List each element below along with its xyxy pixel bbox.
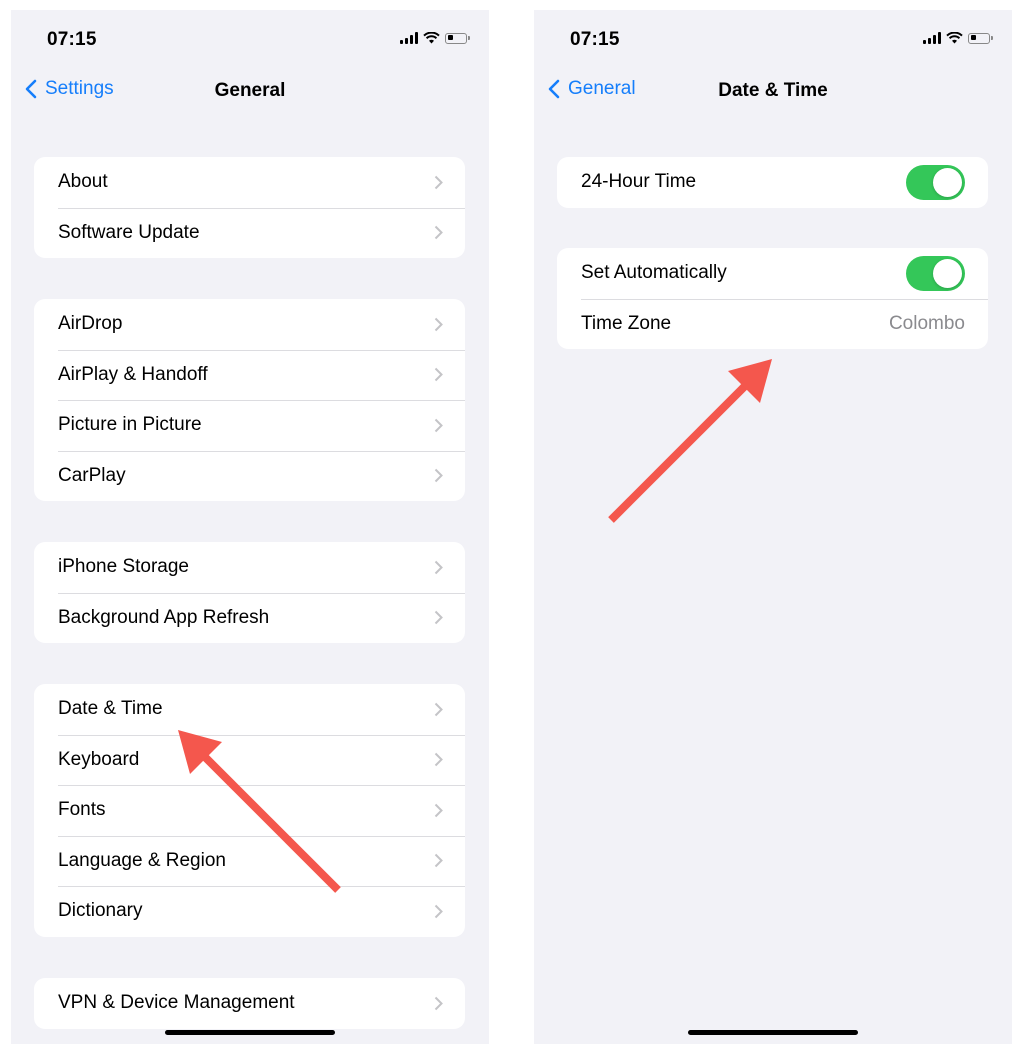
- list-item-label: Fonts: [58, 799, 106, 821]
- list-item-label: Date & Time: [58, 698, 163, 720]
- chevron-right-icon: [434, 317, 443, 331]
- navigation-bar: Settings General: [11, 68, 489, 116]
- list-item-vpn-device-management[interactable]: VPN & Device Management: [34, 978, 465, 1029]
- list-item-software-update[interactable]: Software Update: [34, 207, 465, 259]
- navigation-bar: General Date & Time: [534, 68, 1012, 116]
- chevron-right-icon: [434, 803, 443, 817]
- chevron-right-icon: [434, 368, 443, 382]
- battery-icon: [968, 32, 993, 44]
- list-item-date-time[interactable]: Date & Time: [34, 684, 465, 735]
- status-time: 07:15: [570, 29, 620, 50]
- toggle-knob: [933, 167, 962, 197]
- general-settings-screen: 07:15 Settings General About Software Up…: [11, 10, 489, 1044]
- list-item-label: AirPlay & Handoff: [58, 363, 208, 385]
- list-item-label: VPN & Device Management: [58, 992, 295, 1014]
- chevron-right-icon: [434, 753, 443, 767]
- home-indicator[interactable]: [165, 1030, 335, 1035]
- list-item-label: Software Update: [58, 221, 200, 243]
- settings-group: AirDrop AirPlay & Handoff Picture in Pic…: [34, 299, 465, 501]
- list-item-24-hour-time: 24-Hour Time: [557, 157, 988, 208]
- list-item-time-zone[interactable]: Time Zone Colombo: [557, 298, 988, 350]
- list-item-label: About: [58, 171, 108, 193]
- list-item-fonts[interactable]: Fonts: [34, 785, 465, 836]
- home-indicator[interactable]: [688, 1030, 858, 1035]
- toggle-knob: [933, 258, 962, 288]
- time-zone-value: Colombo: [888, 312, 965, 334]
- settings-group: Set Automatically Time Zone Colombo: [557, 248, 988, 349]
- chevron-right-icon: [434, 175, 443, 189]
- list-item-label: Language & Region: [58, 849, 226, 871]
- list-item-label: Time Zone: [581, 312, 672, 334]
- cellular-signal-icon: [923, 32, 941, 44]
- list-item-keyboard[interactable]: Keyboard: [34, 734, 465, 786]
- cellular-signal-icon: [400, 32, 418, 44]
- list-item-carplay[interactable]: CarPlay: [34, 450, 465, 502]
- list-item-label: CarPlay: [58, 464, 126, 486]
- list-item-about[interactable]: About: [34, 157, 465, 208]
- settings-group: iPhone Storage Background App Refresh: [34, 542, 465, 643]
- list-item-airdrop[interactable]: AirDrop: [34, 299, 465, 350]
- wifi-icon: [423, 32, 440, 44]
- list-item-label: Dictionary: [58, 900, 143, 922]
- settings-group: 24-Hour Time: [557, 157, 988, 208]
- status-bar: 07:15: [11, 10, 489, 68]
- settings-group: Date & Time Keyboard Fonts Language & Re…: [34, 684, 465, 937]
- list-item-picture-in-picture[interactable]: Picture in Picture: [34, 400, 465, 451]
- settings-group: About Software Update: [34, 157, 465, 258]
- list-item-iphone-storage[interactable]: iPhone Storage: [34, 542, 465, 593]
- date-time-settings-screen: 07:15 General Date & Time 24-Hour Time S…: [534, 10, 1012, 1044]
- chevron-right-icon: [434, 854, 443, 868]
- chevron-right-icon: [434, 560, 443, 574]
- list-item-dictionary[interactable]: Dictionary: [34, 886, 465, 937]
- list-item-language-region[interactable]: Language & Region: [34, 835, 465, 887]
- list-item-background-app-refresh[interactable]: Background App Refresh: [34, 592, 465, 644]
- list-item-label: Keyboard: [58, 748, 140, 770]
- chevron-right-icon: [434, 611, 443, 625]
- 24-hour-time-toggle[interactable]: [906, 164, 965, 200]
- list-item-label: Background App Refresh: [58, 606, 270, 628]
- list-item-label: 24-Hour Time: [581, 171, 697, 193]
- list-item-set-automatically: Set Automatically: [557, 248, 988, 299]
- status-time: 07:15: [47, 29, 97, 50]
- chevron-right-icon: [434, 702, 443, 716]
- chevron-right-icon: [434, 904, 443, 918]
- chevron-right-icon: [434, 418, 443, 432]
- list-item-label: Picture in Picture: [58, 414, 202, 436]
- list-item-airplay-handoff[interactable]: AirPlay & Handoff: [34, 349, 465, 401]
- page-title: Date & Time: [718, 80, 828, 101]
- set-automatically-toggle[interactable]: [906, 255, 965, 291]
- chevron-right-icon: [434, 996, 443, 1010]
- list-item-label: AirDrop: [58, 313, 123, 335]
- page-title: General: [214, 80, 286, 101]
- battery-icon: [445, 32, 470, 44]
- wifi-icon: [946, 32, 963, 44]
- settings-group: VPN & Device Management: [34, 978, 465, 1029]
- chevron-right-icon: [434, 469, 443, 483]
- chevron-right-icon: [434, 226, 443, 240]
- list-item-label: Set Automatically: [581, 262, 727, 284]
- list-item-label: iPhone Storage: [58, 556, 189, 578]
- status-bar: 07:15: [534, 10, 1012, 68]
